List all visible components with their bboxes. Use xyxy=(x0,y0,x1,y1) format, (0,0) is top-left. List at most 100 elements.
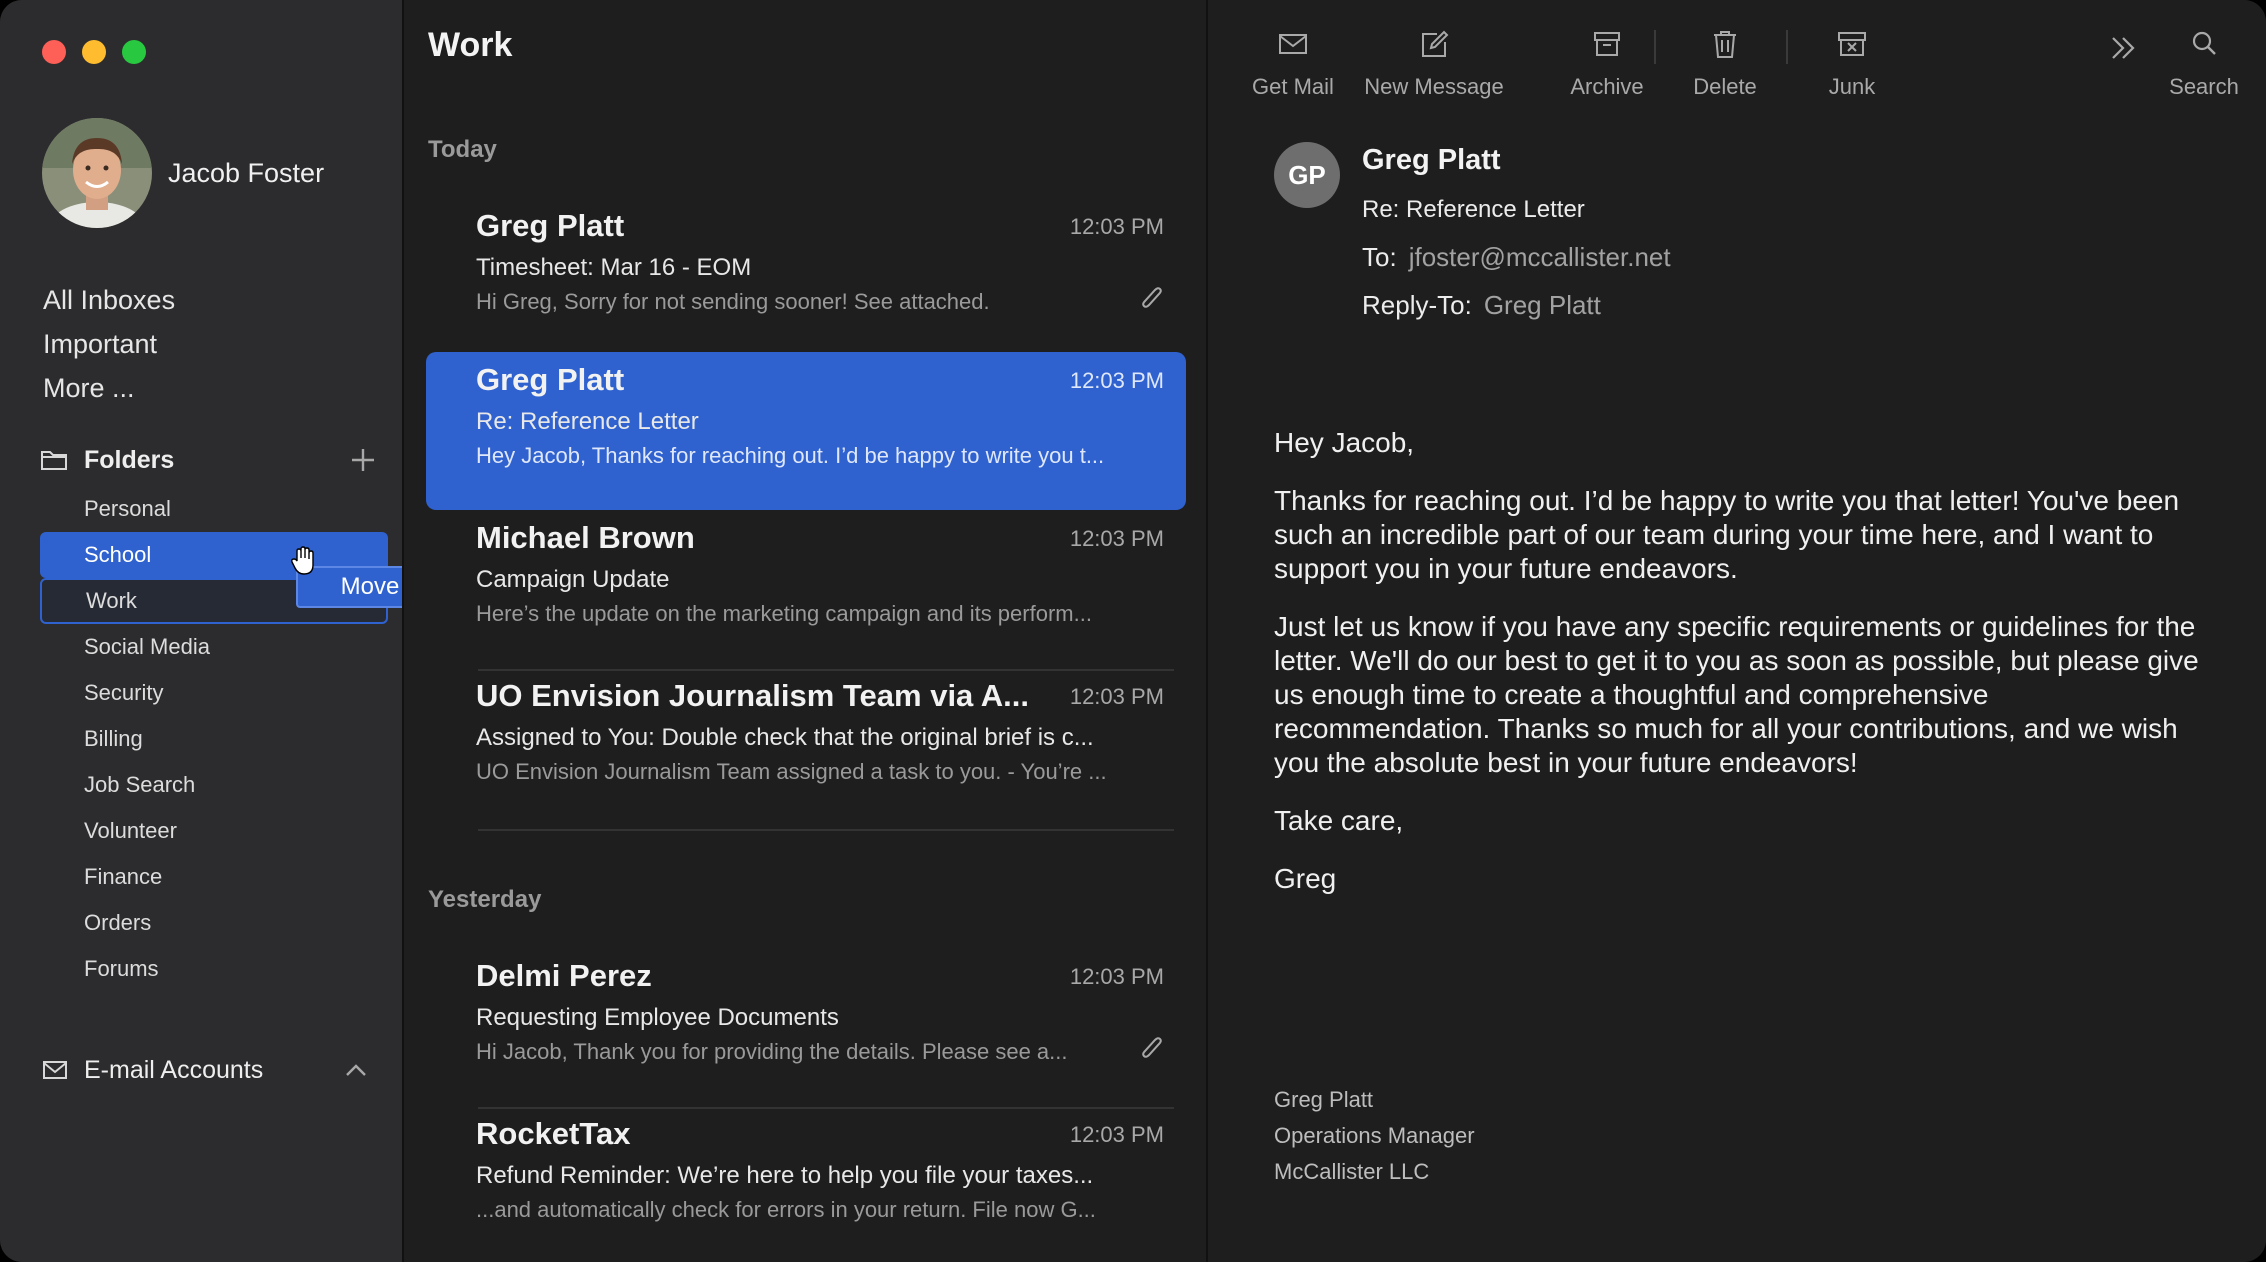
attachment-icon xyxy=(1142,1037,1162,1058)
toolbar-separator xyxy=(1786,30,1788,64)
new-message-label: New Message xyxy=(1364,74,1504,99)
message-sender: Greg Platt xyxy=(476,208,625,243)
message-subject: Timesheet: Mar 16 - EOM xyxy=(476,254,752,281)
folder-social-media[interactable]: Social Media xyxy=(40,624,388,670)
reading-pane: Get Mail New Message Archive Delete Junk… xyxy=(1208,0,2266,1262)
message-row[interactable]: Michael Brown 12:03 PM Campaign Update H… xyxy=(426,510,1186,668)
message-row[interactable]: RocketTax 12:03 PM Refund Reminder: We’r… xyxy=(426,1106,1186,1262)
message-time: 12:03 PM xyxy=(1069,214,1164,239)
message-row-selected[interactable]: Greg Platt 12:03 PM Re: Reference Letter… xyxy=(426,352,1186,510)
message-subject: Refund Reminder: We’re here to help you … xyxy=(476,1162,1094,1189)
to-label: To: xyxy=(1362,242,1397,272)
get-mail-button[interactable]: Get Mail xyxy=(1238,28,1348,100)
message-sender: UO Envision Journalism Team via A... xyxy=(476,678,1029,713)
folders-header[interactable]: Folders xyxy=(40,442,376,478)
mailbox-title: Work xyxy=(428,26,513,64)
search-label: Search xyxy=(2169,74,2239,99)
zoom-window-button[interactable] xyxy=(122,40,146,64)
message-time: 12:03 PM xyxy=(1069,964,1164,989)
junk-icon xyxy=(1838,32,1866,56)
section-today: Today xyxy=(428,136,497,163)
user-profile[interactable]: Jacob Foster xyxy=(42,118,324,228)
new-message-button[interactable]: New Message xyxy=(1354,28,1514,100)
message-subject: Campaign Update xyxy=(476,566,670,593)
to-address[interactable]: jfoster@mccallister.net xyxy=(1409,242,1671,272)
message-preview: Hi Greg, Sorry for not sending sooner! S… xyxy=(476,289,990,314)
folder-finance[interactable]: Finance xyxy=(40,854,388,900)
message-sender: RocketTax xyxy=(476,1116,631,1151)
folders-label: Folders xyxy=(84,445,175,474)
folder-security[interactable]: Security xyxy=(40,670,388,716)
reply-to-address[interactable]: Greg Platt xyxy=(1484,290,1601,320)
message-row[interactable]: Greg Platt 12:03 PM Timesheet: Mar 16 - … xyxy=(426,198,1186,356)
row-divider xyxy=(478,829,1174,831)
sidebar: Jacob Foster All Inboxes Important More … xyxy=(0,0,568,1262)
more-tools-chevron-icon[interactable] xyxy=(2106,32,2140,64)
mail-window: Jacob Foster All Inboxes Important More … xyxy=(0,0,2266,1262)
email-accounts-label: E-mail Accounts xyxy=(84,1055,264,1084)
email-accounts-header[interactable]: E-mail Accounts xyxy=(42,1052,368,1088)
important-link[interactable]: Important xyxy=(43,322,175,366)
delete-button[interactable]: Delete xyxy=(1670,28,1780,100)
more-link[interactable]: More ... xyxy=(43,366,175,410)
message-preview: Hey Jacob, Thanks for reaching out. I’d … xyxy=(476,443,1105,468)
body-paragraph: Thanks for reaching out. I’d be happy to… xyxy=(1274,485,2180,584)
junk-button[interactable]: Junk xyxy=(1802,28,1902,100)
folder-icon xyxy=(41,451,67,470)
search-icon xyxy=(2192,31,2216,55)
message-preview: ...and automatically check for errors in… xyxy=(476,1197,1096,1222)
junk-label: Junk xyxy=(1828,74,1876,99)
message-sender: Michael Brown xyxy=(476,520,695,555)
add-folder-icon[interactable] xyxy=(350,447,376,473)
signature-line: Greg Platt xyxy=(1274,1087,1374,1112)
search-button[interactable]: Search xyxy=(2154,28,2254,100)
message-preview: Here’s the update on the marketing campa… xyxy=(476,601,1092,626)
folder-orders[interactable]: Orders xyxy=(40,900,388,946)
folder-personal[interactable]: Personal xyxy=(40,486,388,532)
folder-job-search[interactable]: Job Search xyxy=(40,762,388,808)
close-window-button[interactable] xyxy=(42,40,66,64)
minimize-window-button[interactable] xyxy=(82,40,106,64)
archive-label: Archive xyxy=(1570,74,1644,99)
message-subject: Re: Reference Letter xyxy=(476,408,699,435)
message-list-pane: Work Today Greg Platt 12:03 PM Timesheet… xyxy=(402,0,1208,1262)
body-paragraph: Take care, xyxy=(1274,805,1404,836)
chevron-up-icon[interactable] xyxy=(344,1062,368,1078)
message-preview: Hi Jacob, Thank you for providing the de… xyxy=(476,1039,1068,1064)
message-subject: Assigned to You: Double check that the o… xyxy=(476,724,1094,751)
folder-list: Personal School Work Social Media Securi… xyxy=(40,486,388,992)
message-time: 12:03 PM xyxy=(1069,1122,1164,1147)
message-time: 12:03 PM xyxy=(1069,684,1164,709)
folder-forums[interactable]: Forums xyxy=(40,946,388,992)
signature-line: McCallister LLC xyxy=(1274,1159,1430,1184)
email-subject: Re: Reference Letter xyxy=(1362,196,1585,223)
archive-icon xyxy=(1594,32,1620,56)
reply-to-label: Reply-To: xyxy=(1362,290,1472,320)
message-sender: Greg Platt xyxy=(476,362,625,397)
signature-line: Operations Manager xyxy=(1274,1123,1475,1148)
archive-button[interactable]: Archive xyxy=(1552,28,1662,100)
hand-cursor-icon xyxy=(291,546,314,575)
envelope-icon xyxy=(1279,34,1307,54)
message-time: 12:03 PM xyxy=(1069,526,1164,551)
section-yesterday: Yesterday xyxy=(428,886,542,913)
message-time: 12:03 PM xyxy=(1069,368,1164,393)
user-name: Jacob Foster xyxy=(168,157,325,188)
body-paragraph: Hey Jacob, xyxy=(1274,427,1415,458)
message-subject: Requesting Employee Documents xyxy=(476,1004,839,1031)
compose-icon xyxy=(1422,30,1449,57)
get-mail-label: Get Mail xyxy=(1252,74,1334,99)
message-row[interactable]: UO Envision Journalism Team via A... 12:… xyxy=(426,668,1186,826)
message-row[interactable]: Delmi Perez 12:03 PM Requesting Employee… xyxy=(426,948,1186,1106)
folder-billing[interactable]: Billing xyxy=(40,716,388,762)
message-sender: Delmi Perez xyxy=(476,958,652,993)
all-inboxes-link[interactable]: All Inboxes xyxy=(43,278,175,322)
folder-volunteer[interactable]: Volunteer xyxy=(40,808,388,854)
envelope-icon xyxy=(43,1061,67,1079)
email-sender[interactable]: Greg Platt xyxy=(1362,144,1501,177)
trash-icon xyxy=(1714,31,1736,58)
window-controls xyxy=(42,40,146,64)
quick-links: All Inboxes Important More ... xyxy=(43,278,175,410)
avatar xyxy=(42,118,152,228)
body-paragraph: Just let us know if you have any specifi… xyxy=(1274,611,2199,778)
